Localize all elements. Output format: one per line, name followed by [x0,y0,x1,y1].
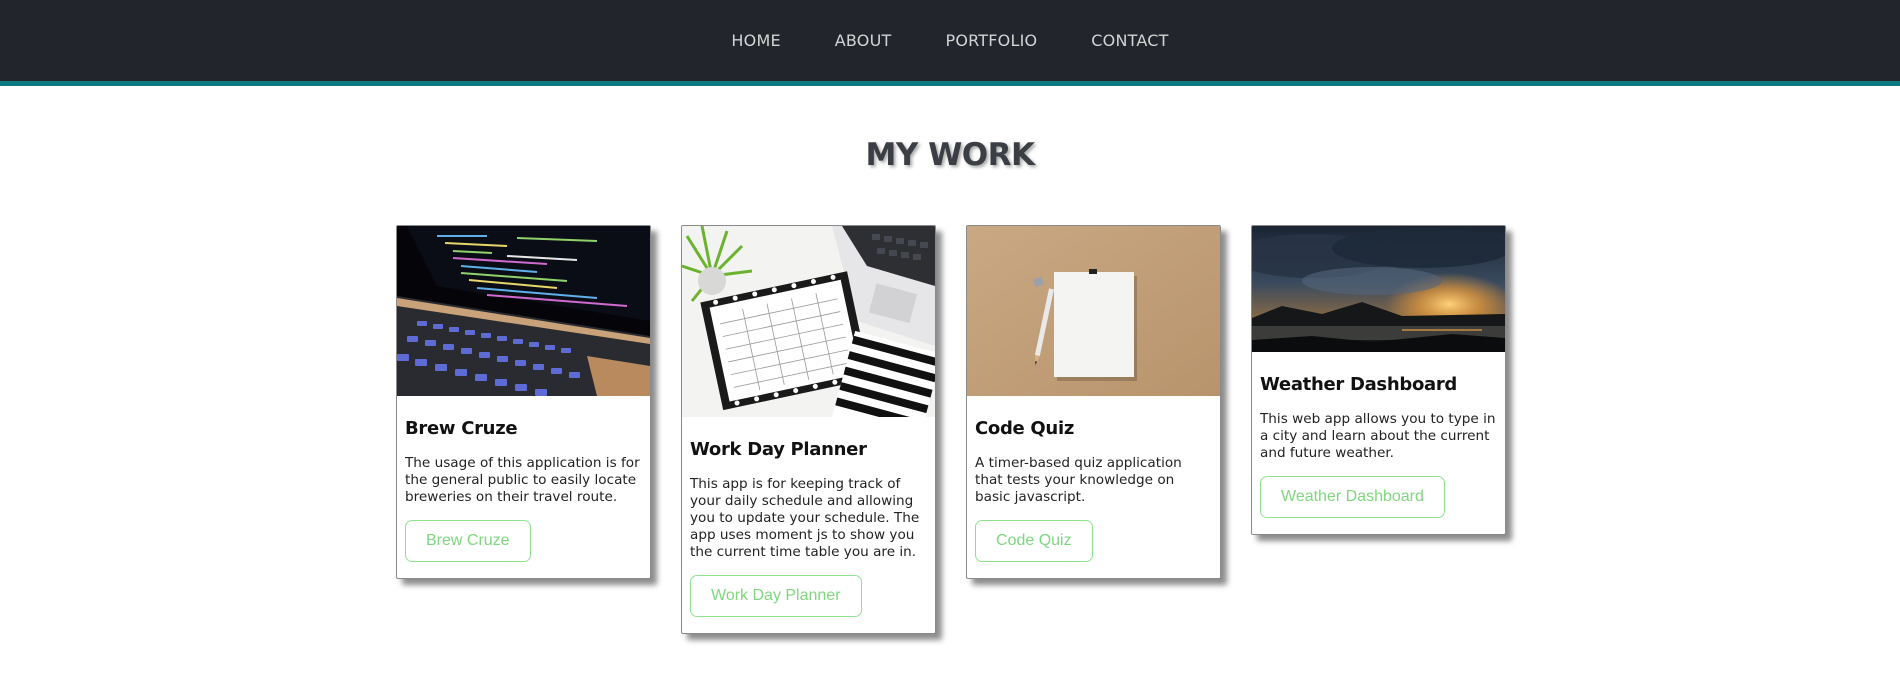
card-body: Brew Cruze The usage of this application… [397,396,650,578]
brew-cruze-button[interactable]: Brew Cruze [405,520,531,562]
nav-contact-link[interactable]: CONTACT [1064,31,1195,50]
section-title: MY WORK [865,137,1035,173]
nav-links: HOME ABOUT PORTFOLIO CONTACT [0,0,1900,81]
card-body: Weather Dashboard This web app allows yo… [1252,352,1505,534]
code-quiz-button[interactable]: Code Quiz [975,520,1093,562]
laptop-code-image [397,226,650,396]
card-body: Work Day Planner This app is for keeping… [682,417,935,633]
card-description: The usage of this application is for the… [405,455,640,505]
project-card-work-day-planner: Work Day Planner This app is for keeping… [681,225,936,634]
card-body: Code Quiz A timer-based quiz application… [967,396,1220,578]
planner-desk-image [682,226,935,417]
navbar: HOME ABOUT PORTFOLIO CONTACT [0,0,1900,86]
storm-sunset-image [1252,226,1505,352]
project-card-brew-cruze: Brew Cruze The usage of this application… [396,225,651,579]
card-title: Work Day Planner [690,439,867,460]
paper-pencil-image [967,226,1220,396]
card-title: Code Quiz [975,418,1074,439]
nav-home-link[interactable]: HOME [704,31,807,50]
work-day-planner-button[interactable]: Work Day Planner [690,575,862,617]
nav-about-link[interactable]: ABOUT [808,31,919,50]
card-title: Brew Cruze [405,418,518,439]
weather-dashboard-button[interactable]: Weather Dashboard [1260,476,1445,518]
card-title: Weather Dashboard [1260,374,1458,395]
card-description: This app is for keeping track of your da… [690,476,920,560]
project-card-weather-dashboard: Weather Dashboard This web app allows yo… [1251,225,1506,535]
project-card-code-quiz: Code Quiz A timer-based quiz application… [966,225,1221,579]
card-description: This web app allows you to type in a cit… [1260,411,1496,461]
nav-portfolio-link[interactable]: PORTFOLIO [918,31,1064,50]
card-description: A timer-based quiz application that test… [975,455,1182,505]
